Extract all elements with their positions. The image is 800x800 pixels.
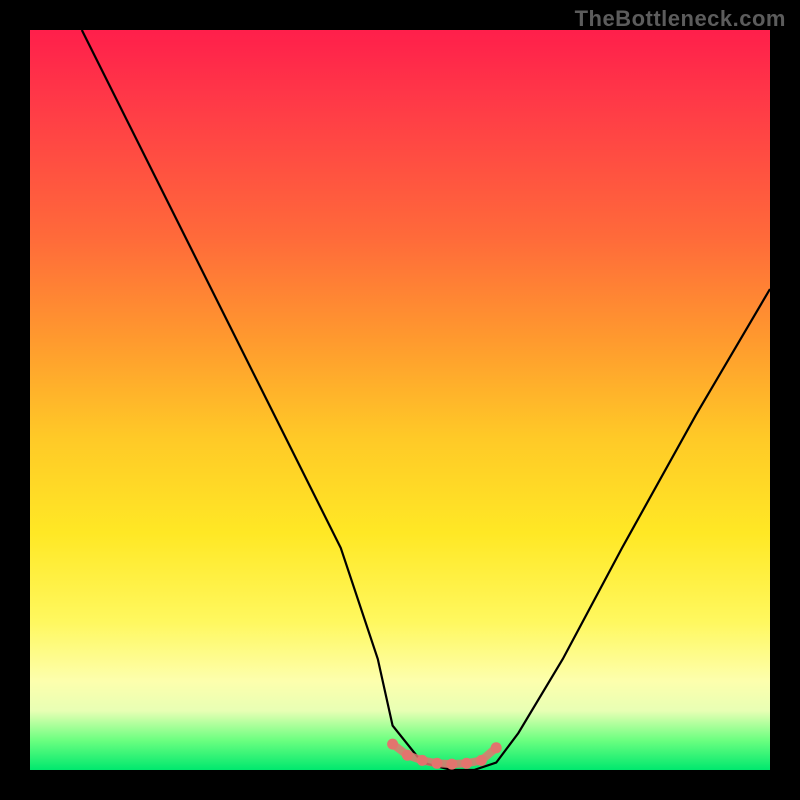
plot-area: [30, 30, 770, 770]
sweet-spot-dot: [461, 758, 472, 769]
sweet-spot-dot: [417, 755, 428, 766]
sweet-spot-dot: [402, 750, 413, 761]
sweet-spot-dot: [387, 739, 398, 750]
watermark-text: TheBottleneck.com: [575, 6, 786, 32]
chart-container: TheBottleneck.com: [0, 0, 800, 800]
bottleneck-curve-path: [82, 30, 770, 770]
sweet-spot-dot: [446, 759, 457, 770]
sweet-spot-dot: [476, 755, 487, 766]
sweet-spot-dots: [387, 739, 502, 770]
sweet-spot-dot: [432, 758, 443, 769]
chart-svg: [30, 30, 770, 770]
sweet-spot-dot: [491, 742, 502, 753]
